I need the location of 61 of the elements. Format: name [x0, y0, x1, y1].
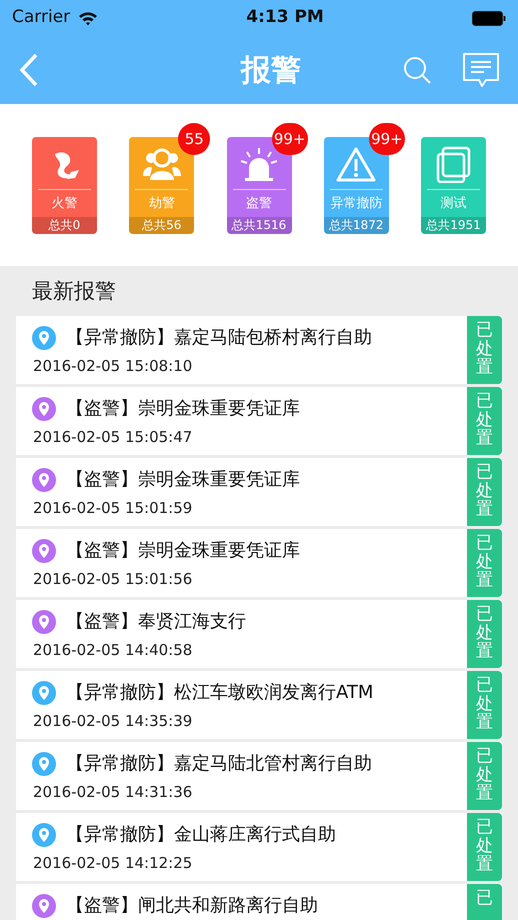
alarm-row[interactable]: 【异常撤防】松江车墩欧润发离行ATM 2016-02-05 14:35:39 已处置: [16, 671, 502, 739]
count-badge: 55: [178, 122, 210, 154]
alarm-title: 【盗警】崇明金珠重要凭证库: [66, 397, 300, 421]
alarm-row[interactable]: 【盗警】崇明金珠重要凭证库 2016-02-05 15:05:47 已处置: [16, 387, 502, 455]
alarm-time: 2016-02-05 15:01:59: [33, 498, 194, 519]
search-icon[interactable]: [402, 55, 432, 85]
alarm-time: 2016-02-05 15:01:56: [33, 569, 194, 590]
alarm-row[interactable]: 【盗警】崇明金珠重要凭证库 2016-02-05 15:01:56 已处置: [16, 529, 502, 597]
alarm-title: 【异常撤防】金山蒋庄离行式自助: [66, 823, 336, 847]
status-tag: 已处置: [467, 387, 502, 455]
alarm-row[interactable]: 【盗警】闸北共和新路离行自助 已: [16, 884, 502, 920]
category-label: 火警: [38, 188, 91, 216]
alarm-row[interactable]: 【异常撤防】金山蒋庄离行式自助 2016-02-05 14:12:25 已处置: [16, 813, 502, 881]
warning-icon: [336, 146, 376, 182]
status-tag: 已: [467, 884, 502, 920]
alarm-title: 【异常撤防】嘉定马陆北管村离行自助: [66, 752, 372, 776]
message-icon[interactable]: [462, 52, 500, 88]
wifi-icon: [78, 10, 98, 26]
status-tag: 已处置: [467, 742, 502, 810]
category-label: 盗警: [232, 188, 286, 216]
count-badge: 99+: [369, 122, 405, 154]
status-tag: 已处置: [467, 458, 502, 526]
category-total: 总共56: [129, 216, 194, 234]
category-label: 异常撤防: [330, 188, 383, 216]
alarm-time: 2016-02-05 15:05:47: [33, 427, 194, 448]
category-tile[interactable]: 火警 总共0: [32, 136, 97, 234]
status-tag: 已处置: [467, 529, 502, 597]
siren-icon: [239, 146, 279, 182]
alarm-row[interactable]: 【异常撤防】嘉定马陆包桥村离行自助 2016-02-05 15:08:10 已处置: [16, 316, 502, 384]
alarm-title: 【异常撤防】松江车墩欧润发离行ATM: [66, 681, 374, 705]
count-badge: 99+: [272, 122, 308, 154]
alarm-title: 【盗警】奉贤江海支行: [66, 610, 246, 634]
alarm-time: 2016-02-05 14:35:39: [33, 711, 194, 732]
battery-icon: [472, 10, 506, 26]
alarm-title: 【盗警】崇明金珠重要凭证库: [66, 539, 300, 563]
alarm-time: 2016-02-05 14:31:36: [33, 782, 194, 803]
status-tag: 已处置: [467, 671, 502, 739]
back-icon[interactable]: [18, 53, 40, 87]
alarm-row[interactable]: 【异常撤防】嘉定马陆北管村离行自助 2016-02-05 14:31:36 已处置: [16, 742, 502, 810]
page-title: 报警: [241, 52, 301, 88]
category-total: 总共1516: [226, 216, 292, 234]
section-heading: 最新报警: [32, 279, 116, 303]
category-total: 总共0: [32, 216, 97, 234]
alarm-time: 2016-02-05 14:40:58: [33, 640, 194, 661]
category-total: 总共1872: [324, 216, 389, 234]
alarm-title: 【异常撤防】嘉定马陆包桥村离行自助: [66, 326, 372, 350]
category-label: 劫警: [135, 188, 188, 216]
alarm-row[interactable]: 【盗警】奉贤江海支行 2016-02-05 14:40:58 已处置: [16, 600, 502, 668]
clock-time: 4:13 PM: [246, 6, 324, 30]
category-label: 测试: [427, 188, 480, 216]
carrier-name: Carrier: [12, 6, 70, 30]
status-tag: 已处置: [467, 600, 502, 668]
alarm-time: 2016-02-05 14:12:25: [33, 853, 194, 874]
status-tag: 已处置: [467, 813, 502, 881]
alarm-time: 2016-02-05 15:08:10: [33, 356, 194, 377]
alarm-row[interactable]: 【盗警】崇明金珠重要凭证库 2016-02-05 15:01:59 已处置: [16, 458, 502, 526]
category-total: 总共1951: [421, 216, 486, 234]
people-icon: [142, 146, 182, 182]
alarm-title: 【盗警】闸北共和新路离行自助: [66, 894, 318, 918]
alarm-title: 【盗警】崇明金珠重要凭证库: [66, 468, 300, 492]
status-tag: 已处置: [467, 316, 502, 384]
